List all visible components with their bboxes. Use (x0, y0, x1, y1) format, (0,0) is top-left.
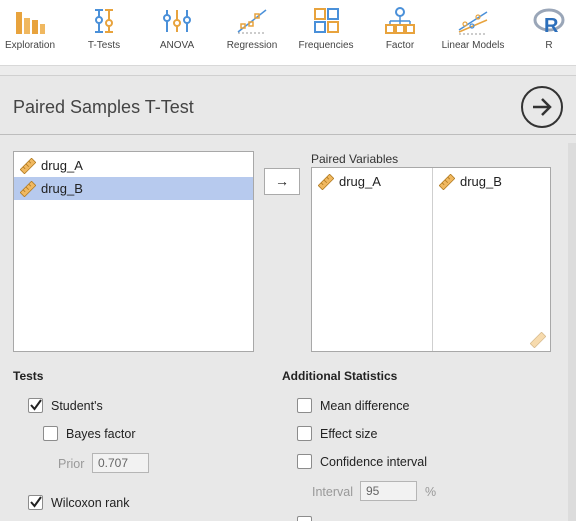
wilcoxon-label: Wilcoxon rank (51, 496, 130, 510)
mean-difference-checkbox[interactable] (297, 398, 312, 413)
variable-name: drug_B (460, 174, 502, 189)
scale-variable-icon (318, 174, 334, 190)
ribbon-label: ANOVA (159, 40, 195, 51)
effect-size-checkbox[interactable] (297, 426, 312, 441)
ribbon-factor-button[interactable]: Factor (376, 0, 424, 60)
scale-variable-icon (20, 181, 36, 197)
ribbon-toolbar: Exploration T-Tests ANOVA Regression Fre… (0, 0, 576, 66)
wilcoxon-checkbox[interactable] (28, 495, 43, 510)
ribbon-label: T-Tests (87, 40, 121, 51)
ribbon-label: Factor (385, 40, 415, 51)
students-label: Student's (51, 399, 103, 413)
effect-size-label: Effect size (320, 427, 378, 441)
regression-icon (237, 9, 267, 34)
ribbon-separator-band (0, 66, 576, 76)
svg-text:R: R (544, 15, 559, 36)
ribbon-anova-button[interactable]: ANOVA (150, 0, 204, 60)
scale-variable-icon (439, 174, 455, 190)
paired-variables-label: Paired Variables (311, 152, 399, 166)
bayes-factor-label: Bayes factor (66, 427, 136, 441)
additional-statistics-title: Additional Statistics (282, 369, 398, 383)
arrow-right-icon (533, 98, 552, 116)
checkmark-icon (30, 399, 42, 411)
ribbon-label: Regression (226, 40, 278, 51)
ribbon-label: Exploration (4, 40, 56, 51)
students-checkbox[interactable] (28, 398, 43, 413)
frequencies-icon (314, 8, 339, 33)
anova-icon (163, 10, 191, 32)
variable-name: drug_B (41, 181, 83, 196)
ribbon-label: Frequencies (298, 40, 354, 51)
exploration-icon (16, 12, 45, 34)
factor-icon (385, 7, 415, 34)
paired-variables-list[interactable]: drug_A drug_B (311, 167, 551, 352)
prior-label: Prior (58, 457, 85, 471)
scale-variable-hint-icon (530, 332, 546, 348)
interval-unit: % (425, 485, 437, 499)
tests-section-title: Tests (13, 369, 44, 383)
variable-name: drug_A (41, 158, 83, 173)
ribbon-linear-models-button[interactable]: Linear Models (438, 0, 508, 60)
assign-variable-button[interactable]: → (264, 168, 300, 195)
ribbon-t-tests-button[interactable]: T-Tests (78, 0, 130, 60)
run-analysis-button[interactable] (521, 86, 563, 128)
available-variables-list[interactable]: drug_A drug_B (13, 151, 254, 352)
analysis-options-panel: Paired Samples T-Test drug_A drug_B → Pa… (0, 77, 576, 521)
ribbon-regression-button[interactable]: Regression (222, 0, 282, 60)
ribbon-r-button[interactable]: R R (532, 0, 566, 60)
pair-item-second[interactable]: drug_B (433, 170, 551, 193)
analysis-title: Paired Samples T-Test (13, 97, 194, 117)
prior-input[interactable]: 0.707 (92, 453, 149, 473)
t-tests-icon (95, 9, 113, 33)
confidence-interval-checkbox[interactable] (297, 454, 312, 469)
ribbon-exploration-button[interactable]: Exploration (2, 0, 58, 60)
pair-column-divider (432, 168, 433, 351)
variable-item-drug-b[interactable]: drug_B (14, 177, 253, 200)
checkmark-icon (30, 496, 42, 508)
linear-models-icon (458, 11, 488, 35)
pair-item-first[interactable]: drug_A (312, 170, 430, 193)
vertical-scrollbar[interactable] (568, 143, 576, 521)
ribbon-label: R (545, 40, 553, 51)
bayes-factor-checkbox[interactable] (43, 426, 58, 441)
additional-option-checkbox[interactable] (297, 516, 312, 521)
mean-difference-label: Mean difference (320, 399, 410, 413)
variable-name: drug_A (339, 174, 381, 189)
confidence-interval-label: Confidence interval (320, 455, 428, 469)
interval-label: Interval (312, 485, 353, 499)
r-icon: R (533, 8, 565, 36)
title-divider (0, 134, 576, 135)
ribbon-frequencies-button[interactable]: Frequencies (296, 0, 356, 60)
ribbon-label: Linear Models (441, 40, 505, 51)
interval-input[interactable]: 95 (360, 481, 417, 501)
scale-variable-icon (20, 158, 36, 174)
variable-item-drug-a[interactable]: drug_A (14, 154, 253, 177)
